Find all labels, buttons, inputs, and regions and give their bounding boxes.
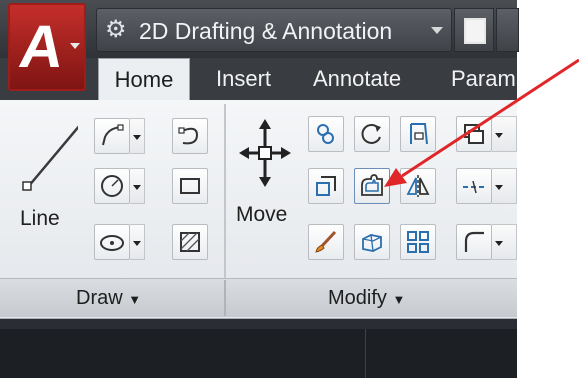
annotation-arrow <box>384 58 579 187</box>
